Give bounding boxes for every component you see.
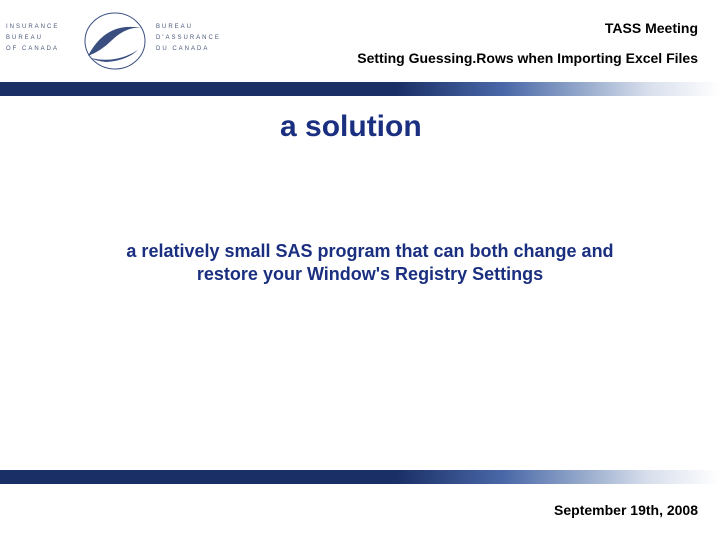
logo-swoosh-icon (76, 6, 154, 76)
logo-line: D'ASSURANCE (156, 33, 221, 44)
logo: INSURANCE BUREAU OF CANADA BUREAU D'ASSU… (6, 4, 236, 74)
header: INSURANCE BUREAU OF CANADA BUREAU D'ASSU… (0, 0, 720, 78)
divider-bar-bottom (0, 470, 720, 484)
logo-line: INSURANCE (6, 22, 59, 33)
slide-body: a relatively small SAS program that can … (110, 240, 630, 287)
divider-bar-top (0, 82, 720, 96)
presentation-subtitle: Setting Guessing.Rows when Importing Exc… (357, 50, 698, 66)
logo-line: DU CANADA (156, 44, 221, 55)
slide-title: a solution (280, 110, 422, 144)
logo-text-english: INSURANCE BUREAU OF CANADA (6, 22, 59, 54)
footer-date: September 19th, 2008 (554, 502, 698, 518)
logo-text-french: BUREAU D'ASSURANCE DU CANADA (156, 22, 221, 54)
logo-line: BUREAU (156, 22, 221, 33)
logo-line: BUREAU (6, 33, 59, 44)
meeting-name: TASS Meeting (605, 20, 698, 36)
logo-line: OF CANADA (6, 44, 59, 55)
